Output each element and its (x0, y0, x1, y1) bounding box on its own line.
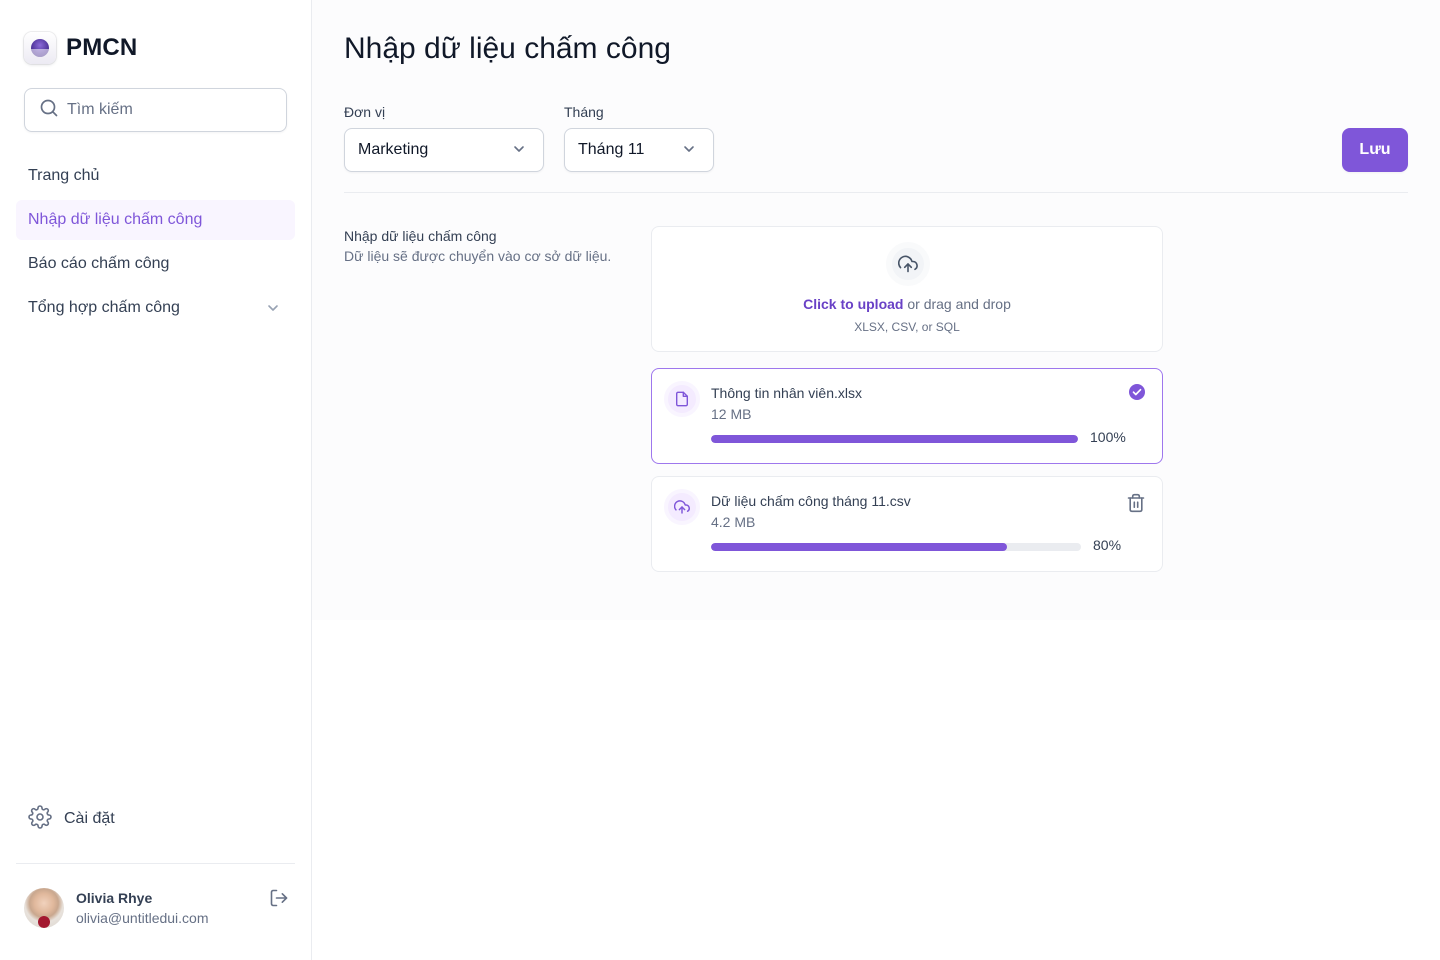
logout-icon[interactable] (269, 888, 289, 908)
upload-cloud-icon (886, 242, 930, 286)
sidebar-item-import-attendance[interactable]: Nhập dữ liệu chấm công (16, 200, 295, 240)
unit-select-value: Marketing (358, 141, 429, 158)
check-circle-icon (1128, 383, 1148, 403)
save-button[interactable]: Lưu (1342, 128, 1408, 172)
search-input[interactable] (67, 101, 267, 119)
unit-select[interactable]: Marketing (344, 128, 544, 172)
sidebar-item-attendance-report[interactable]: Báo cáo chấm công (16, 244, 295, 284)
month-label: Tháng (564, 104, 604, 120)
upload-instruction: Click to upload or drag and drop (652, 296, 1162, 312)
sidebar-item-label: Báo cáo chấm công (28, 255, 170, 272)
user-profile: Olivia Rhye olivia@untitledui.com (24, 888, 289, 928)
logo-mark-icon (24, 32, 56, 64)
chevron-down-icon[interactable] (265, 300, 281, 321)
main-content: Nhập dữ liệu chấm công Đơn vị Marketing … (312, 0, 1440, 620)
sidebar: PMCN Trang chủ Nhập dữ liệu chấm công Bá… (0, 0, 312, 960)
user-name: Olivia Rhye (76, 890, 153, 906)
settings-label: Cài đặt (64, 810, 115, 827)
file-name: Dữ liệu chấm công tháng 11.csv (711, 493, 911, 509)
upload-cloud-icon (664, 489, 700, 525)
progress-bar (711, 543, 1081, 551)
logo[interactable]: PMCN (24, 32, 137, 64)
avatar[interactable] (24, 888, 64, 928)
sidebar-nav: Trang chủ Nhập dữ liệu chấm công Báo cáo… (16, 156, 295, 332)
chevron-down-icon (681, 141, 697, 162)
file-size: 4.2 MB (711, 514, 756, 530)
sidebar-item-label: Trang chủ (28, 167, 100, 184)
drag-drop-text: or drag and drop (903, 296, 1011, 312)
app-name: PMCN (66, 34, 138, 61)
trash-icon[interactable] (1126, 493, 1146, 513)
progress-percent: 100% (1090, 429, 1126, 445)
search-icon (39, 98, 59, 123)
file-size: 12 MB (711, 406, 752, 422)
user-email: olivia@untitledui.com (76, 910, 209, 926)
file-dropzone[interactable]: Click to upload or drag and drop XLSX, C… (651, 226, 1163, 352)
chevron-down-icon (511, 141, 527, 162)
unit-label: Đơn vị (344, 104, 386, 120)
month-select[interactable]: Tháng 11 (564, 128, 714, 172)
section-title: Nhập dữ liệu chấm công (344, 228, 497, 244)
month-select-value: Tháng 11 (578, 141, 645, 158)
uploading-file-card[interactable]: Dữ liệu chấm công tháng 11.csv 4.2 MB 80… (651, 476, 1163, 572)
progress-bar-fill (711, 435, 1078, 443)
accepted-file-types: XLSX, CSV, or SQL (854, 320, 960, 334)
sidebar-divider (16, 863, 295, 864)
file-icon (664, 381, 700, 417)
gear-icon (28, 804, 52, 834)
progress-bar-fill (711, 543, 1007, 551)
progress-percent: 80% (1093, 537, 1122, 553)
sidebar-item-label: Nhập dữ liệu chấm công (28, 211, 203, 228)
sidebar-item-label: Tổng hợp chấm công (28, 299, 180, 316)
sidebar-item-home[interactable]: Trang chủ (16, 156, 295, 196)
section-description: Dữ liệu sẽ được chuyển vào cơ sở dữ liệu… (344, 248, 612, 264)
sidebar-item-settings[interactable]: Cài đặt (16, 799, 295, 839)
file-name: Thông tin nhân viên.xlsx (711, 385, 862, 401)
uploaded-file-card[interactable]: Thông tin nhân viên.xlsx 12 MB 100% (651, 368, 1163, 464)
section-divider (344, 192, 1408, 193)
search-box[interactable] (24, 88, 287, 132)
progress-bar (711, 435, 1078, 443)
click-to-upload-link[interactable]: Click to upload (803, 296, 903, 312)
sidebar-item-attendance-summary[interactable]: Tổng hợp chấm công (16, 288, 295, 328)
page-title: Nhập dữ liệu chấm công (344, 32, 671, 65)
